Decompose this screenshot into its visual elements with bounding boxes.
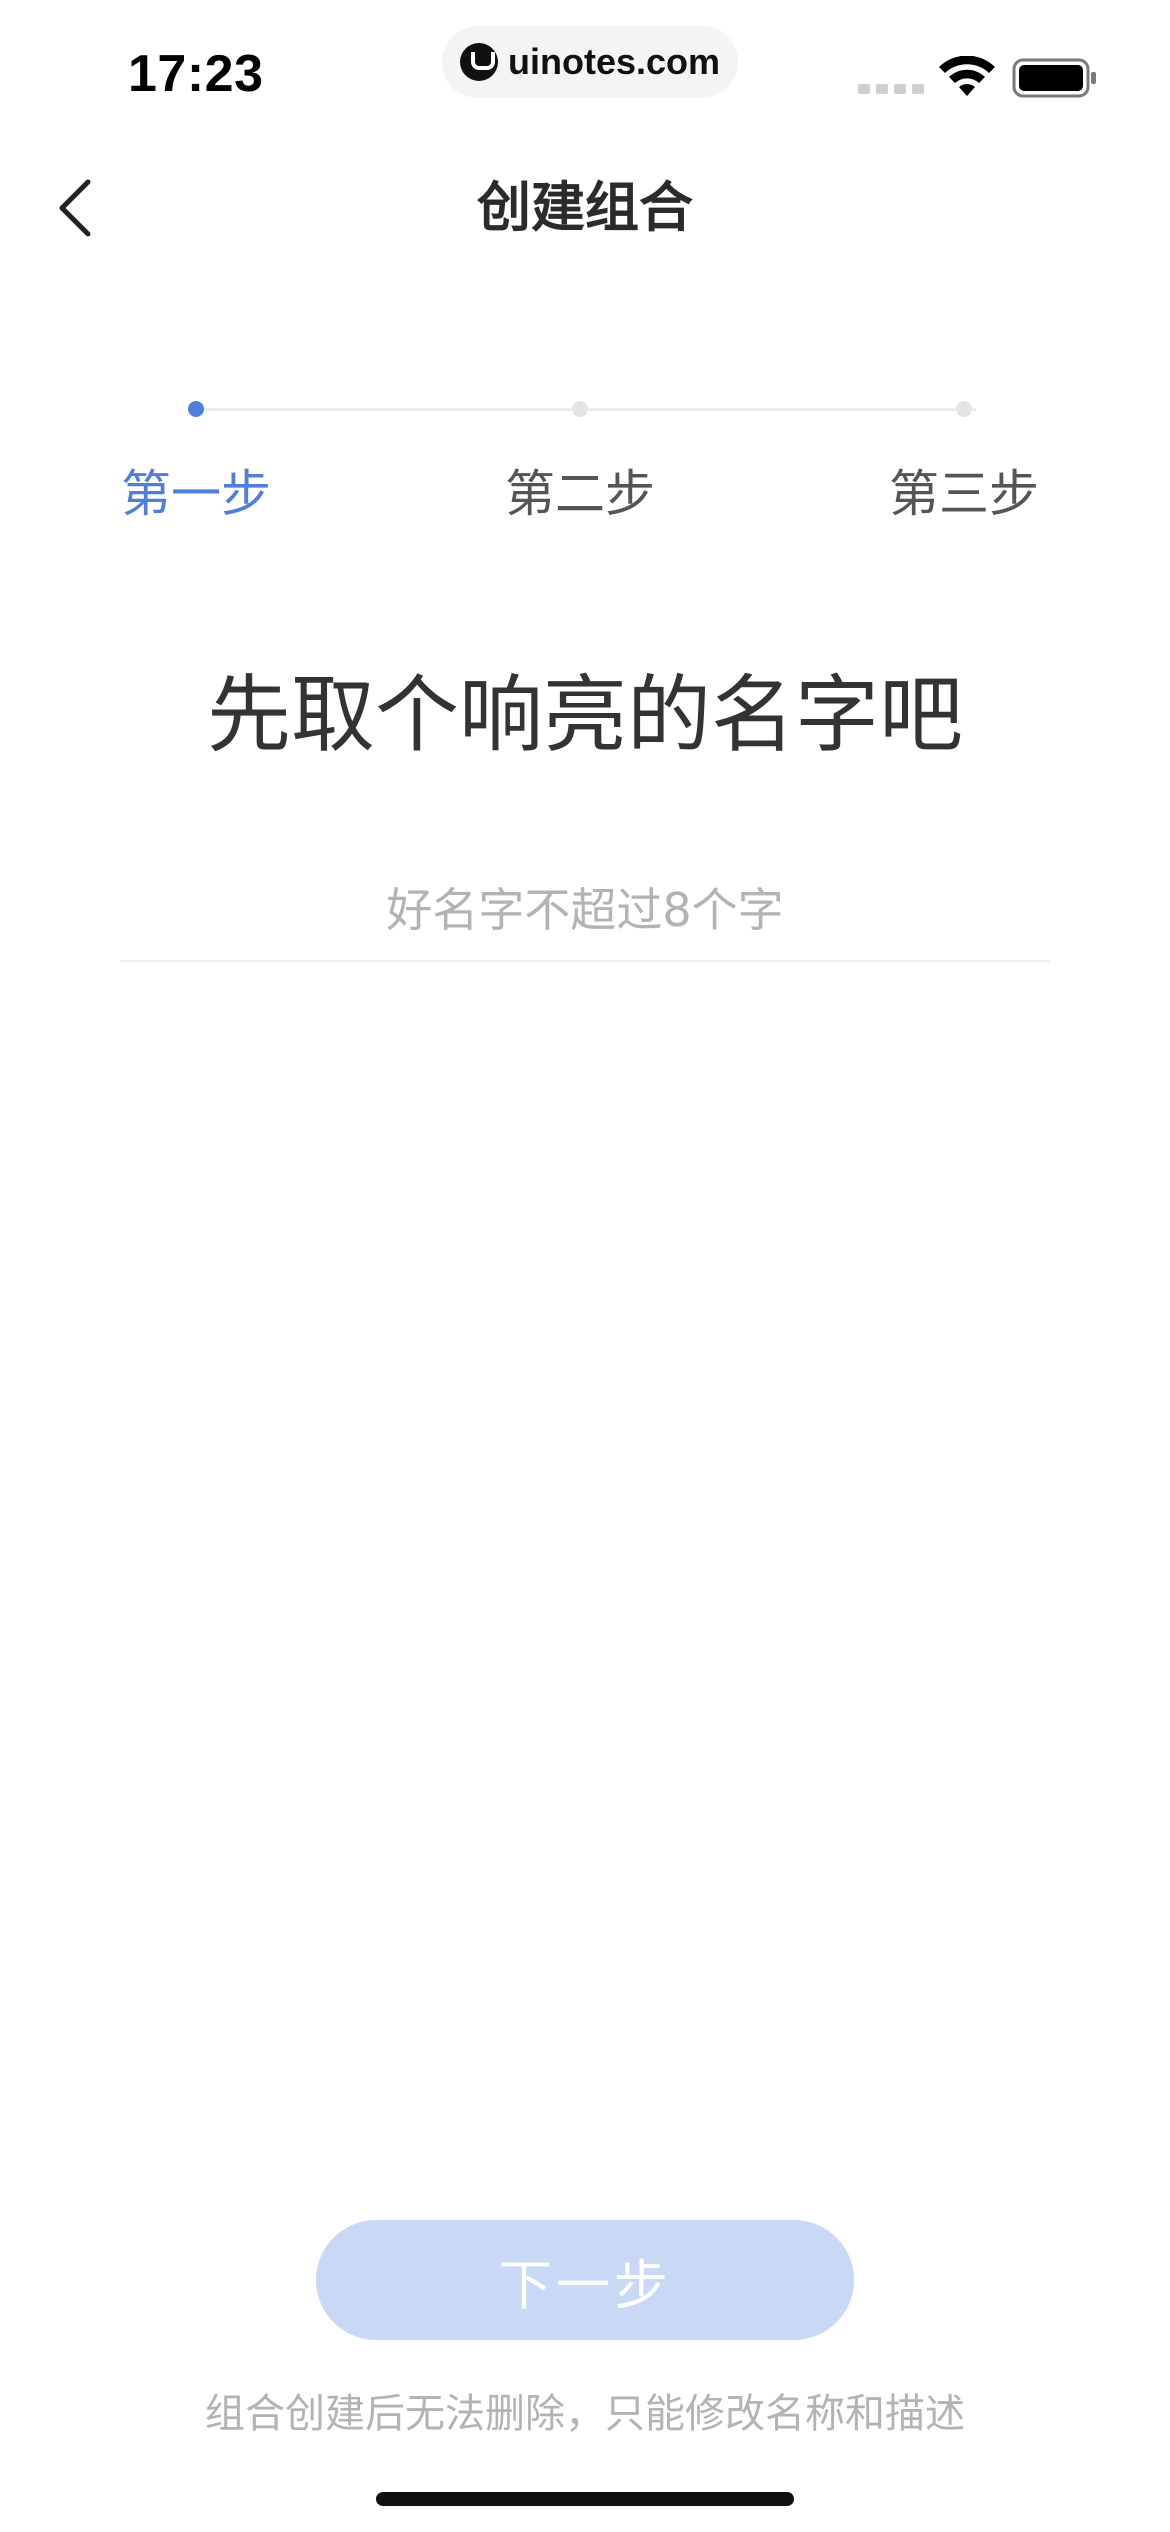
watermark-text: uinotes.com — [507, 41, 721, 82]
step-label-3: 第三步 — [889, 465, 1039, 523]
step-label-1: 第一步 — [121, 465, 271, 523]
step-dot-1 — [188, 401, 204, 417]
battery-icon — [1012, 58, 1096, 98]
wifi-icon — [939, 56, 995, 96]
page-title: 创建组合 — [477, 176, 693, 239]
group-name-input[interactable] — [120, 860, 1050, 962]
step-dot-3 — [956, 401, 972, 417]
footer-note: 组合创建后无法删除，只能修改名称和描述 — [205, 2391, 965, 2437]
next-step-button[interactable]: 下一步 — [316, 2220, 854, 2340]
step-dot-2 — [572, 401, 588, 417]
home-indicator — [376, 2492, 794, 2506]
cellular-signal-icon — [858, 84, 924, 94]
status-bar: 17:23 uinotes.com — [0, 0, 1170, 150]
headline: 先取个响亮的名字吧 — [206, 666, 963, 764]
uinotes-logo-icon — [459, 43, 498, 81]
watermark-badge: uinotes.com — [442, 26, 738, 98]
status-time: 17:23 — [128, 45, 264, 103]
step-label-2: 第二步 — [505, 465, 655, 523]
